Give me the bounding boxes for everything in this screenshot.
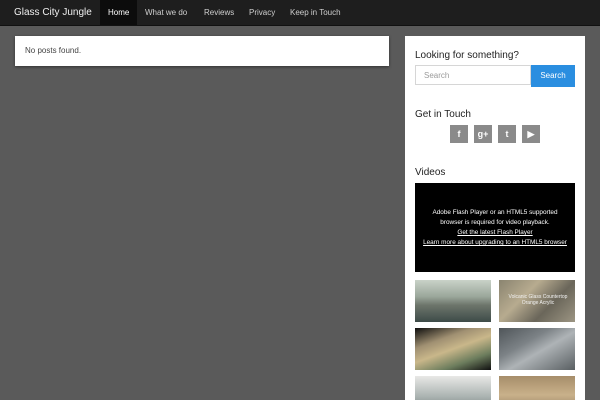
nav-item-reviews[interactable]: Reviews bbox=[196, 0, 242, 25]
player-message-line1: Adobe Flash Player or an HTML5 supported bbox=[432, 209, 558, 216]
site-brand-link[interactable]: Glass City Jungle bbox=[14, 0, 92, 25]
player-message-line2: browser is required for video playback. bbox=[440, 219, 550, 226]
video-thumbnail[interactable] bbox=[415, 376, 491, 400]
video-thumbnail[interactable] bbox=[499, 376, 575, 400]
search-widget-title: Looking for something? bbox=[415, 50, 519, 61]
get-in-touch-title: Get in Touch bbox=[415, 109, 471, 120]
video-thumbnail[interactable] bbox=[415, 328, 491, 370]
nav-item-privacy[interactable]: Privacy bbox=[241, 0, 283, 25]
thumbnail-caption: Volcanic Glass Countertop Orange Acrylic bbox=[508, 294, 568, 306]
youtube-icon[interactable]: ▶ bbox=[522, 125, 540, 143]
no-posts-message: No posts found. bbox=[25, 46, 82, 55]
videos-title: Videos bbox=[415, 167, 446, 178]
nav-item-home[interactable]: Home bbox=[100, 0, 138, 25]
video-player-message: Adobe Flash Player or an HTML5 supported… bbox=[415, 208, 575, 248]
nav-item-what-we-do[interactable]: What we do bbox=[137, 0, 195, 25]
video-thumbnail[interactable] bbox=[415, 280, 491, 322]
sidebar: Looking for something? Search Get in Tou… bbox=[405, 36, 585, 400]
upgrade-html5-link[interactable]: Learn more about upgrading to an HTML5 b… bbox=[415, 238, 575, 248]
top-navbar: Glass City Jungle Home What we do Review… bbox=[0, 0, 600, 26]
google-plus-icon[interactable]: g+ bbox=[474, 125, 492, 143]
twitter-icon[interactable]: t bbox=[498, 125, 516, 143]
search-input[interactable] bbox=[415, 65, 531, 85]
facebook-icon[interactable]: f bbox=[450, 125, 468, 143]
video-player[interactable]: Adobe Flash Player or an HTML5 supported… bbox=[415, 183, 575, 272]
search-button[interactable]: Search bbox=[531, 65, 575, 87]
video-thumbnail[interactable] bbox=[499, 328, 575, 370]
get-flash-player-link[interactable]: Get the latest Flash Player bbox=[415, 228, 575, 238]
nav-item-keep-in-touch[interactable]: Keep in Touch bbox=[282, 0, 349, 25]
no-posts-card: No posts found. bbox=[15, 36, 389, 66]
video-thumbnail[interactable]: Volcanic Glass Countertop Orange Acrylic bbox=[499, 280, 575, 322]
